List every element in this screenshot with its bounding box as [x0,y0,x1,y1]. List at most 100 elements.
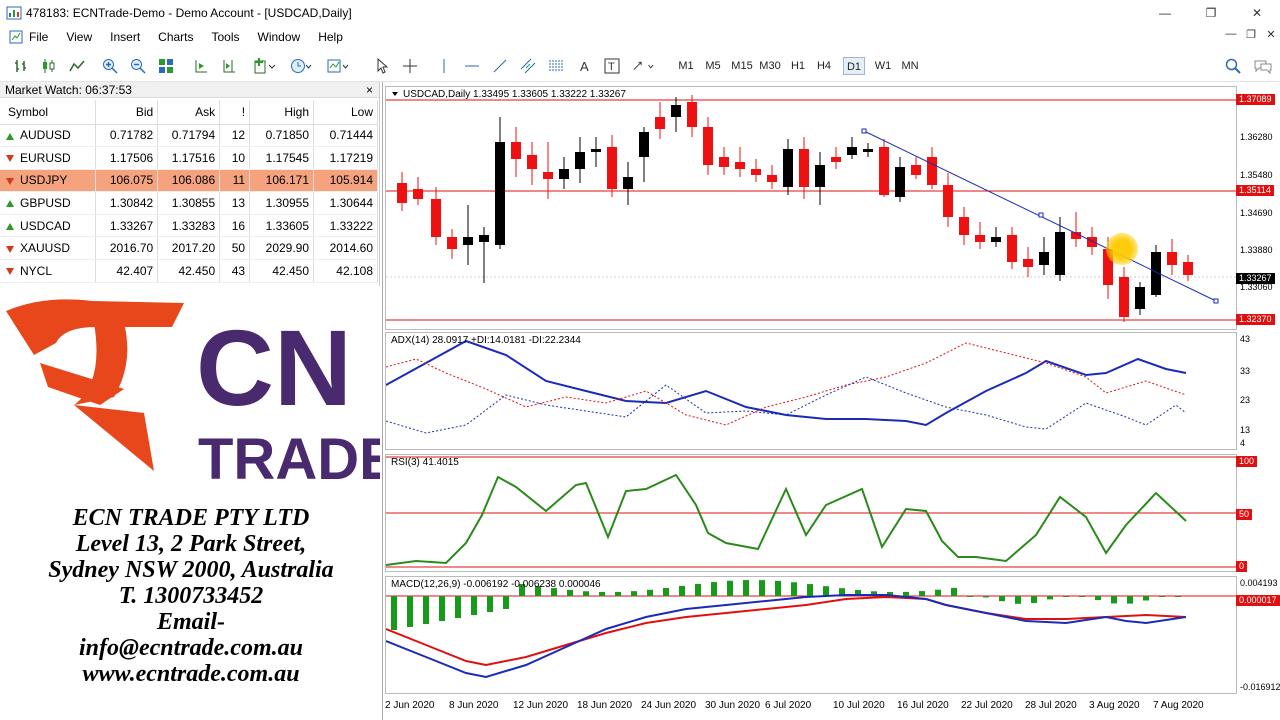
price-panel[interactable]: USDCAD,Daily 1.33495 1.33605 1.33222 1.3… [385,86,1237,330]
market-watch-close-button[interactable]: × [366,82,373,98]
menu-tools[interactable]: Tools [203,26,249,48]
tf-d1[interactable]: D1 [843,57,865,75]
macd-panel[interactable]: MACD(12,26,9) -0.006192 -0.006238 0.0000… [385,576,1237,694]
channel-button[interactable] [517,55,539,77]
rsi-panel[interactable]: RSI(3) 41.4015 [385,454,1237,572]
macd-histogram-bar [983,596,989,598]
market-watch-row-gbpusd[interactable]: GBPUSD 1.30842 1.30855 13 1.30955 1.30644 [0,191,378,215]
menu-charts[interactable]: Charts [149,26,202,48]
symbol-cell: EURUSD [0,146,97,170]
col-high[interactable]: High [249,100,315,125]
zoom-out-button[interactable] [127,55,149,77]
mdi-close-button[interactable]: ✕ [1262,28,1280,41]
date-label: 8 Jun 2020 [449,700,499,711]
menu-charts-label: Charts [158,30,194,44]
menu-window[interactable]: Window [249,26,310,48]
market-watch-row-nycl[interactable]: NYCL 42.407 42.450 43 42.450 42.108 [0,259,378,283]
templates-button[interactable] [327,55,349,77]
line-chart-button[interactable] [66,55,88,77]
macd-histogram-bar [951,587,957,596]
date-label: 16 Jul 2020 [897,700,949,711]
tf-m15[interactable]: M15 [730,57,754,75]
date-label: 7 Aug 2020 [1153,700,1204,711]
bid-cell: 1.17506 [95,146,159,170]
tf-m30[interactable]: M30 [758,57,782,75]
indicators-button[interactable] [254,55,276,77]
symbol-cell: USDJPY [0,169,97,193]
date-label: 24 Jun 2020 [641,700,697,711]
cursor-icon [377,58,389,74]
indicators-icon [254,58,276,74]
menu-help[interactable]: Help [309,26,352,48]
title-bar: 478183: ECNTrade-Demo - Demo Account - [… [0,0,1280,26]
rsi-panel-label: RSI(3) 41.4015 [391,457,459,468]
minimize-button[interactable]: — [1142,0,1188,26]
horizontal-line-button[interactable] [461,55,483,77]
tf-h1[interactable]: H1 [789,57,807,75]
tile-windows-button[interactable] [155,55,177,77]
macd-chart-svg[interactable] [386,577,1237,694]
channel-icon [520,58,536,74]
tf-h4[interactable]: H4 [815,57,833,75]
text-button[interactable]: A [573,55,595,77]
market-watch-row-xauusd[interactable]: XAUUSD 2016.70 2017.20 50 2029.90 2014.60 [0,236,378,261]
spread-cell: 13 [219,191,251,215]
plus-di-line [386,376,1187,434]
macd-histogram-bar [679,585,685,596]
low-cell: 105.914 [313,169,378,193]
menu-view[interactable]: View [57,26,101,48]
trendline-anchor [861,128,867,134]
tf-m5[interactable]: M5 [704,57,722,75]
adx-scale-2: 33 [1240,366,1251,376]
tf-mn[interactable]: MN [899,57,921,75]
menu-file[interactable]: File [0,26,57,48]
bar-chart-button[interactable] [10,55,32,77]
crosshair-button[interactable] [399,55,421,77]
auto-scroll-button[interactable] [190,55,212,77]
market-watch-row-audusd[interactable]: AUDUSD 0.71782 0.71794 12 0.71850 0.71444 [0,124,378,148]
adx-panel[interactable]: ADX(14) 28.0917 +DI:14.0181 -DI:22.2344 [385,332,1237,450]
tf-m1[interactable]: M1 [677,57,695,75]
col-ask[interactable]: Ask [157,100,221,125]
rsi-chart-svg[interactable] [386,455,1237,572]
chart-menu-arrow-icon[interactable] [391,90,399,98]
zoom-in-button[interactable] [99,55,121,77]
spread-cell: 43 [219,259,251,283]
candle-body [863,149,873,152]
mdi-minimize-button[interactable]: — [1222,28,1240,40]
col-spread[interactable]: ! [219,100,251,125]
candle-body [1119,277,1129,317]
tf-w1[interactable]: W1 [873,57,893,75]
adx-chart-svg[interactable] [386,333,1237,450]
market-watch-row-eurusd[interactable]: EURUSD 1.17506 1.17516 10 1.17545 1.17219 [0,146,378,170]
chart-window[interactable]: USDCAD,Daily 1.33495 1.33605 1.33222 1.3… [382,82,1280,720]
cursor-button[interactable] [371,55,393,77]
market-watch-row-usdcad[interactable]: USDCAD 1.33267 1.33283 16 1.33605 1.33222 [0,214,378,238]
trendline-button[interactable] [489,55,511,77]
close-button[interactable]: ✕ [1234,0,1280,26]
macd-histogram-bar [1111,596,1117,604]
chart-shift-button[interactable] [218,55,240,77]
col-bid[interactable]: Bid [95,100,159,125]
arrows-button[interactable] [632,55,654,77]
vertical-line-button[interactable] [433,55,455,77]
chat-button[interactable] [1252,55,1274,77]
candle-body [479,235,489,242]
search-button[interactable] [1222,55,1244,77]
symbol-cell: NYCL [0,259,97,283]
market-watch-row-usdjpy[interactable]: USDJPY 106.075 106.086 11 106.171 105.914 [0,169,378,193]
macd-panel-label: MACD(12,26,9) -0.006192 -0.006238 0.0000… [391,579,601,590]
menu-insert[interactable]: Insert [101,26,149,48]
col-low[interactable]: Low [313,100,378,125]
candlestick-button[interactable] [38,55,60,77]
text-label-button[interactable]: T [601,55,623,77]
col-symbol[interactable]: Symbol [0,100,97,125]
restore-button[interactable]: ❐ [1188,0,1234,26]
mdi-restore-button[interactable]: ❐ [1242,28,1260,41]
candle-body [799,149,809,187]
fibonacci-button[interactable] [545,55,567,77]
price-chart-svg[interactable] [386,87,1237,330]
crosshair-icon [403,59,417,73]
company-info: ECN TRADE PTY LTD Level 13, 2 Park Stree… [0,505,382,687]
periods-button[interactable] [290,55,312,77]
